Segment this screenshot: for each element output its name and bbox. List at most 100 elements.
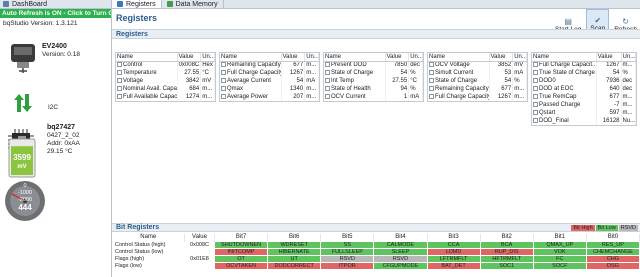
register-checkbox[interactable] xyxy=(429,69,434,75)
register-checkbox[interactable] xyxy=(221,85,226,91)
bit-cell[interactable]: RSVD xyxy=(373,254,428,263)
bit-cell[interactable]: CALMODE xyxy=(373,240,428,249)
bit-cell[interactable]: FC xyxy=(532,254,587,263)
register-checkbox[interactable] xyxy=(117,77,122,83)
tab-registers[interactable]: Registers xyxy=(112,0,162,8)
bit-cell[interactable]: DODCORRECT xyxy=(267,261,322,270)
register-row[interactable]: OCV Current 1 mA xyxy=(324,93,423,101)
register-checkbox[interactable] xyxy=(221,62,226,68)
register-unit: % xyxy=(621,69,636,77)
register-value: 677 xyxy=(489,85,514,93)
bit-cell[interactable]: SOC1 xyxy=(479,261,534,270)
gauge-info: bq27427 0427_2_02 Addr: 0xAA 29.15 °C xyxy=(47,124,80,156)
register-checkbox[interactable] xyxy=(221,93,226,99)
bit-cell[interactable]: RES_UP xyxy=(585,240,640,249)
register-row[interactable]: DOD0 7936 dec xyxy=(532,77,636,85)
register-checkbox[interactable] xyxy=(117,62,122,68)
bit-cell[interactable]: RUP_DIS xyxy=(479,247,534,256)
register-row[interactable]: Qstart 597 m... xyxy=(532,109,636,117)
bit-cell[interactable]: CHG xyxy=(585,254,640,263)
dashboard-tab[interactable]: DashBoard xyxy=(0,0,111,9)
register-checkbox[interactable] xyxy=(429,62,434,68)
register-row[interactable]: Control 0x008C Hex xyxy=(116,61,215,69)
register-row[interactable]: Nominal Avail. Capa... 684 m... xyxy=(116,85,215,93)
register-checkbox[interactable] xyxy=(533,85,538,91)
bit-cell[interactable]: OCVTAKEN xyxy=(213,261,269,270)
register-checkbox[interactable] xyxy=(221,77,226,83)
register-row[interactable]: DOD at EOC 640 dec xyxy=(532,85,636,93)
register-row[interactable]: Full Charge Capacit... 1267 m... xyxy=(532,61,636,69)
bit-cell[interactable]: VOK xyxy=(532,247,587,256)
register-checkbox[interactable] xyxy=(533,101,538,107)
bit-cell[interactable]: INITCOMP xyxy=(213,247,269,256)
register-checkbox[interactable] xyxy=(117,85,122,91)
register-checkbox[interactable] xyxy=(533,77,538,83)
register-row[interactable]: Int Temp 27.55 °C xyxy=(324,77,423,85)
bit-cell[interactable]: SS xyxy=(320,240,375,249)
register-row[interactable]: Passed Charge -7 m... xyxy=(532,101,636,109)
register-row[interactable]: Full Charge Capacity 1267 m... xyxy=(220,69,319,77)
col-unit: Un... xyxy=(621,53,636,62)
register-row[interactable]: OCV Voltage 3852 mV xyxy=(428,61,527,69)
register-row[interactable]: True RemCap 677 m... xyxy=(532,93,636,101)
register-checkbox[interactable] xyxy=(533,93,538,99)
register-row[interactable]: Qmax 1340 m... xyxy=(220,85,319,93)
bit-cell[interactable]: SLEEP xyxy=(373,247,428,256)
bit-cell[interactable]: BCA xyxy=(479,240,534,249)
register-checkbox[interactable] xyxy=(533,117,538,123)
bit-cell[interactable]: LDMD xyxy=(426,247,481,256)
register-row[interactable]: DOD_Final 16128 Nu... xyxy=(532,117,636,125)
register-checkbox[interactable] xyxy=(533,62,538,68)
register-row[interactable]: Present DOD 7850 dec xyxy=(324,61,423,69)
bit-cell[interactable]: LFTRMFLT xyxy=(426,254,481,263)
register-checkbox[interactable] xyxy=(533,109,538,115)
register-checkbox[interactable] xyxy=(325,77,330,83)
bit-cell[interactable]: CFGUPMODE xyxy=(373,261,428,270)
register-value: 0x008C xyxy=(177,61,202,69)
register-checkbox[interactable] xyxy=(325,85,330,91)
register-row[interactable]: Temperature 27.55 °C xyxy=(116,69,215,77)
register-checkbox[interactable] xyxy=(429,77,434,83)
register-row[interactable]: Voltage 3842 mV xyxy=(116,77,215,85)
register-row[interactable]: State of Charge 54% xyxy=(428,77,527,85)
register-checkbox[interactable] xyxy=(221,69,226,75)
register-row[interactable]: State of Charge 54% xyxy=(324,69,423,77)
register-checkbox[interactable] xyxy=(429,93,434,99)
bit-cell[interactable]: HIBERNATE xyxy=(267,247,322,256)
register-row[interactable]: True State of Charge 54% xyxy=(532,69,636,77)
register-row[interactable]: Average Power 207 m... xyxy=(220,93,319,101)
register-row[interactable]: State of Health 94% xyxy=(324,85,423,93)
register-row[interactable]: Average Current 54 mA xyxy=(220,77,319,85)
register-checkbox[interactable] xyxy=(117,69,122,75)
register-row[interactable]: Simult Current 53 mA xyxy=(428,69,527,77)
register-checkbox[interactable] xyxy=(325,69,330,75)
bit-cell[interactable]: DSG xyxy=(585,261,640,270)
register-checkbox[interactable] xyxy=(325,62,330,68)
bit-cell[interactable]: FULLSLEEP xyxy=(320,247,375,256)
register-checkbox[interactable] xyxy=(533,69,538,75)
bit-cell[interactable]: CHEMCHANGE xyxy=(585,247,640,256)
bit-cell[interactable]: CCA xyxy=(426,240,481,249)
bit-cell[interactable]: OT xyxy=(213,254,269,263)
auto-refresh-toggle[interactable]: Auto Refresh is ON - Click to Turn Off xyxy=(0,9,111,18)
bit-cell[interactable]: QMAX_UP xyxy=(532,240,587,249)
bit-cell[interactable]: SOCF xyxy=(532,261,587,270)
bit-cell[interactable]: HFTRMFLT xyxy=(479,254,534,263)
register-checkbox[interactable] xyxy=(429,85,434,91)
register-row[interactable]: Remaining Capacity 677 m... xyxy=(428,85,527,93)
register-row[interactable]: Remaining Capacity 677 m... xyxy=(220,61,319,69)
register-unit: m... xyxy=(621,93,636,101)
register-checkbox[interactable] xyxy=(325,93,330,99)
bit-cell[interactable]: WDRESET xyxy=(267,240,322,249)
bit-cell[interactable]: ITPOR xyxy=(320,261,375,270)
register-row[interactable]: Full Charge Capacity 1267 m... xyxy=(428,93,527,101)
bit-cell[interactable]: RSVD xyxy=(320,254,375,263)
bit-col-header: Name xyxy=(112,234,185,241)
tab-data-memory[interactable]: Data Memory xyxy=(162,0,224,8)
register-row[interactable]: Full Available Capac... 1274 m... xyxy=(116,93,215,101)
register-checkbox[interactable] xyxy=(117,93,122,99)
bit-cell[interactable]: UT xyxy=(267,254,322,263)
bit-cell[interactable]: BAT_DET xyxy=(426,261,481,270)
bit-cell[interactable]: SHUTDOWNEN xyxy=(213,240,269,249)
register-unit: m... xyxy=(200,93,215,101)
